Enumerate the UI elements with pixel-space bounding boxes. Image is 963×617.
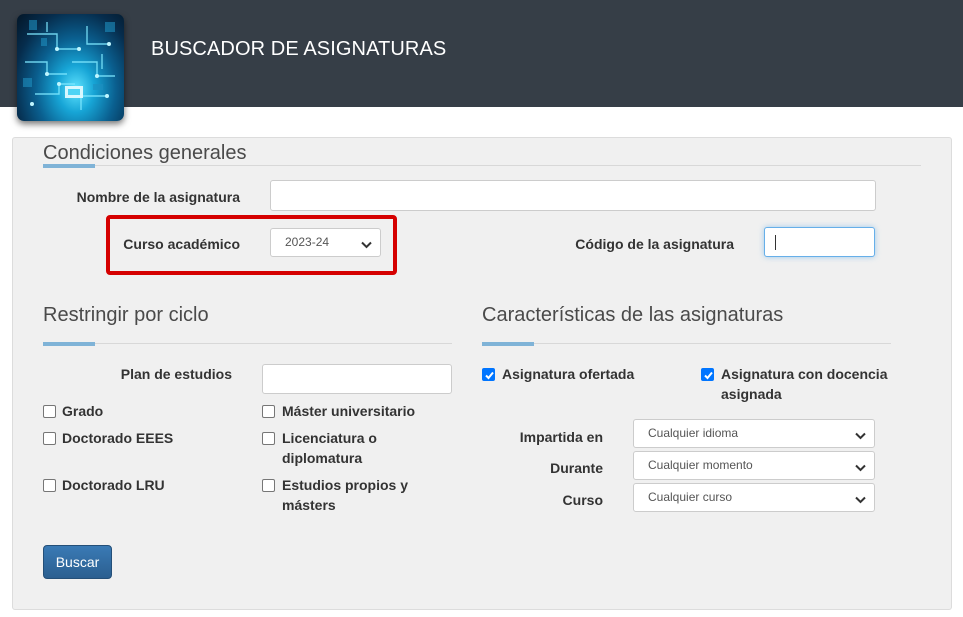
general-conditions-heading: Condiciones generales [43, 142, 247, 164]
grado-label: Grado [62, 403, 104, 419]
doctorado-eees-checkbox[interactable] [43, 432, 56, 445]
master-checkbox[interactable] [262, 405, 275, 418]
doctorado-lru-checkbox[interactable] [43, 479, 56, 492]
licenciatura-checkbox[interactable] [262, 432, 275, 445]
offered-label: Asignatura ofertada [502, 366, 635, 382]
circuit-board-logo [17, 14, 124, 121]
licenciatura-label: Licenciatura o diplomatura [282, 430, 377, 466]
teaching-label: Asignatura con docencia asignada [721, 366, 888, 402]
study-plan-input[interactable] [262, 364, 452, 394]
period-select[interactable]: Cualquier momento [633, 451, 875, 480]
grado-checkbox[interactable] [43, 405, 56, 418]
features-heading: Características de las asignaturas [482, 304, 784, 326]
course-select[interactable]: Cualquier curso [633, 483, 875, 512]
text-caret [775, 235, 776, 250]
subject-name-input[interactable] [270, 180, 876, 211]
checkmark-icon [704, 371, 713, 380]
course-label: Curso [562, 492, 603, 508]
section-accent-bar [43, 164, 95, 168]
chevron-down-icon [855, 493, 866, 507]
section-divider [43, 165, 921, 166]
subject-name-label: Nombre de la asignatura [76, 189, 240, 205]
estudios-propios-checkbox[interactable] [262, 479, 275, 492]
search-button[interactable]: Buscar [43, 545, 112, 579]
app-title: BUSCADOR DE ASIGNATURAS [151, 38, 447, 60]
language-label: Impartida en [519, 429, 603, 445]
section-divider [43, 343, 452, 344]
period-value: Cualquier momento [648, 458, 753, 472]
doctorado-eees-label: Doctorado EEES [62, 430, 174, 446]
checkmark-icon [485, 371, 494, 380]
subject-code-input[interactable] [764, 227, 875, 257]
section-accent-bar [43, 342, 95, 346]
chevron-down-icon [855, 461, 866, 475]
chevron-down-icon [855, 429, 866, 443]
section-divider [482, 343, 891, 344]
cycle-heading: Restringir por ciclo [43, 304, 209, 326]
course-value: Cualquier curso [648, 490, 733, 504]
app-header: BUSCADOR DE ASIGNATURAS [0, 0, 963, 121]
doctorado-lru-label: Doctorado LRU [62, 477, 165, 493]
language-select[interactable]: Cualquier idioma [633, 419, 875, 448]
language-value: Cualquier idioma [648, 426, 739, 440]
study-plan-label: Plan de estudios [120, 366, 232, 382]
estudios-propios-label: Estudios propios y másters [282, 477, 409, 513]
offered-checkbox[interactable] [482, 368, 495, 381]
highlight-box [106, 215, 397, 275]
subject-code-label: Código de la asignatura [575, 236, 734, 252]
period-label: Durante [550, 460, 603, 476]
section-accent-bar [482, 342, 534, 346]
master-label: Máster universitario [282, 403, 416, 419]
teaching-checkbox[interactable] [701, 368, 714, 381]
